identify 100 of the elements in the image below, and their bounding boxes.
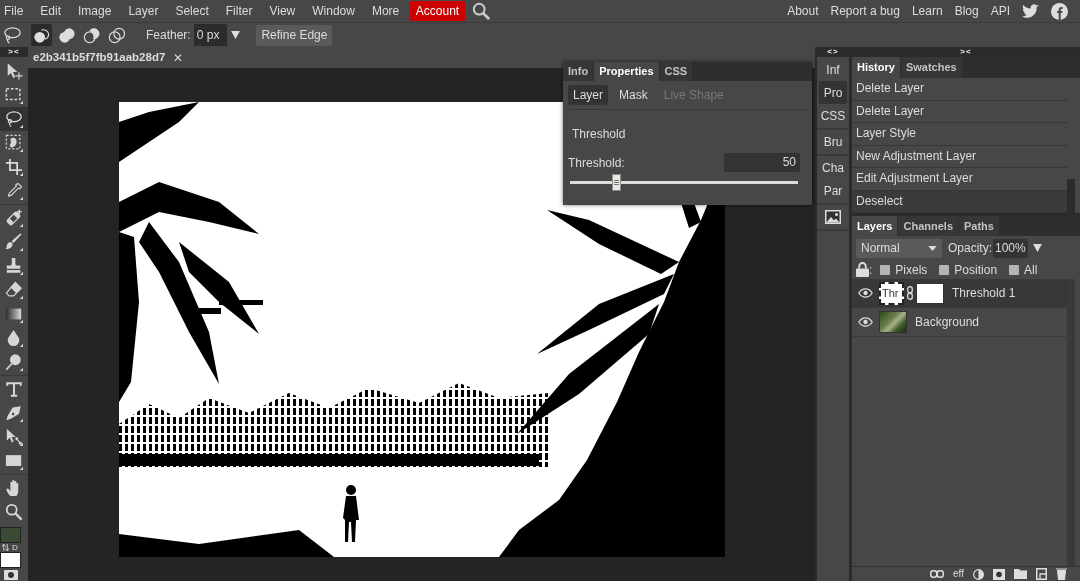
document-title: e2b341b5f7fb91aab28d7 [33,49,166,65]
refine-edge-button[interactable]: Refine Edge [256,24,333,46]
new-selection-icon [33,26,50,44]
type-icon [5,380,23,398]
layer-row[interactable]: Thr Threshold 1 [852,279,1067,308]
quick-mask-icon[interactable] [4,570,18,580]
lock-icon[interactable] [856,262,869,277]
mask-icon[interactable] [993,568,1005,580]
menu-item[interactable]: Image [69,1,120,21]
checkbox[interactable] [939,264,950,275]
dodge-icon [5,353,23,371]
threshold-label: Threshold: [568,154,625,172]
eye-icon[interactable] [858,317,873,327]
blend-mode-select[interactable]: Normal [856,238,942,258]
chain-icon[interactable] [907,286,913,300]
crop-icon [5,158,23,176]
panel-shortcut[interactable]: CSS [819,104,847,127]
facebook-icon[interactable] [1051,2,1068,20]
rectangle-icon [5,452,23,470]
panel-shortcut[interactable]: Bru [819,130,847,153]
subtab[interactable]: Mask [614,85,653,105]
menu-item[interactable]: View [260,1,304,21]
search-icon[interactable] [472,2,491,20]
menu-item[interactable]: Edit [31,1,70,21]
trash-icon[interactable] [1056,568,1067,580]
link-icon[interactable] [930,570,945,578]
move-icon [5,62,23,80]
collapse-toggle[interactable]: >< [0,47,28,57]
foreground-color-swatch[interactable] [0,527,21,543]
panel-shortcut[interactable]: Pro [819,81,847,104]
header-link[interactable]: About [787,2,819,20]
half-circle-icon[interactable] [973,568,984,580]
panel-tab[interactable]: Layers [852,216,898,236]
intersect-selection-icon [108,26,125,44]
lasso-icon [3,26,22,44]
dropdown-caret-icon [928,245,937,251]
panel-tab[interactable]: Info [563,62,594,81]
eyedropper-icon [5,182,23,200]
checkbox[interactable] [880,264,891,275]
eraser-icon [5,281,23,299]
close-button[interactable]: ✕ [173,50,184,65]
background-color-swatch[interactable] [0,552,21,568]
menu-item[interactable]: Filter [217,1,261,21]
threshold-field[interactable]: 50 [724,153,800,172]
panel-tab[interactable]: Properties [594,62,659,81]
menu-item[interactable]: Layer [119,1,167,21]
layer-name: Background [915,314,980,331]
dashed-rectangle-icon [5,86,23,104]
panel-tab[interactable]: CSS [659,62,693,81]
opacity-label: Opacity: [948,240,992,257]
panel-tab[interactable]: Paths [959,216,999,236]
dropdown-caret-icon[interactable] [1032,244,1042,252]
add-selection-icon [58,26,75,44]
panel-shortcut[interactable]: Inf [819,58,847,81]
lasso-icon [5,110,23,128]
stamp-icon [5,257,23,275]
header-link[interactable]: Report a bug [830,2,900,20]
menu-item[interactable]: Window [303,1,364,21]
feather-field[interactable]: 0 px [193,24,228,46]
layer-thumbnail[interactable]: Thr [879,281,904,305]
panel-shortcut[interactable]: Cha [819,156,847,179]
image-icon [825,209,841,224]
panel-tab[interactable]: Swatches [900,57,962,78]
menu-item[interactable]: Select [166,1,218,21]
menu-item[interactable]: File [0,1,32,21]
quick-selection-icon [5,134,23,152]
new-layer-icon[interactable] [1036,568,1047,580]
eye-icon[interactable] [858,288,873,298]
checkbox-label: Pixels [895,261,928,279]
mask-thumbnail[interactable] [916,282,944,304]
feather-label: Feather: [146,27,191,44]
effects-button[interactable]: eff [953,568,964,580]
default-colors-button[interactable]: D [12,543,18,552]
opacity-field[interactable]: 100% [993,238,1028,258]
path-select-icon [5,428,23,446]
account-button[interactable]: Account [409,1,466,21]
tool-button[interactable] [0,107,28,131]
selection-mode-button[interactable] [31,24,52,46]
header-link[interactable]: Learn [911,2,943,20]
subtab[interactable]: Layer [568,85,609,105]
swap-icon[interactable] [2,544,9,551]
panel-tab[interactable]: Channels [898,216,958,236]
document-tab[interactable]: e2b341b5f7fb91aab28d7 ✕ [28,47,815,68]
slider-thumb[interactable] [611,174,621,191]
photo-thumbnail[interactable] [879,311,907,333]
twitter-icon[interactable] [1022,4,1039,18]
header-link[interactable]: API [990,2,1010,20]
panel-tab[interactable]: History [852,57,900,78]
header-link[interactable]: Blog [954,2,979,20]
folder-icon[interactable] [1014,569,1027,579]
menu-item[interactable]: More [363,1,408,21]
expand-toggle[interactable]: <> [817,47,849,57]
checkbox[interactable] [1009,264,1020,275]
lock-label: : [869,261,873,279]
history-item[interactable]: Deselect [852,190,1067,213]
layer-row[interactable]: Background [852,308,1067,337]
dropdown-caret-icon[interactable] [231,31,241,39]
drop-icon [5,329,23,347]
panel-shortcut[interactable]: Par [819,179,847,202]
scrollbar-thumb[interactable] [1067,179,1075,213]
